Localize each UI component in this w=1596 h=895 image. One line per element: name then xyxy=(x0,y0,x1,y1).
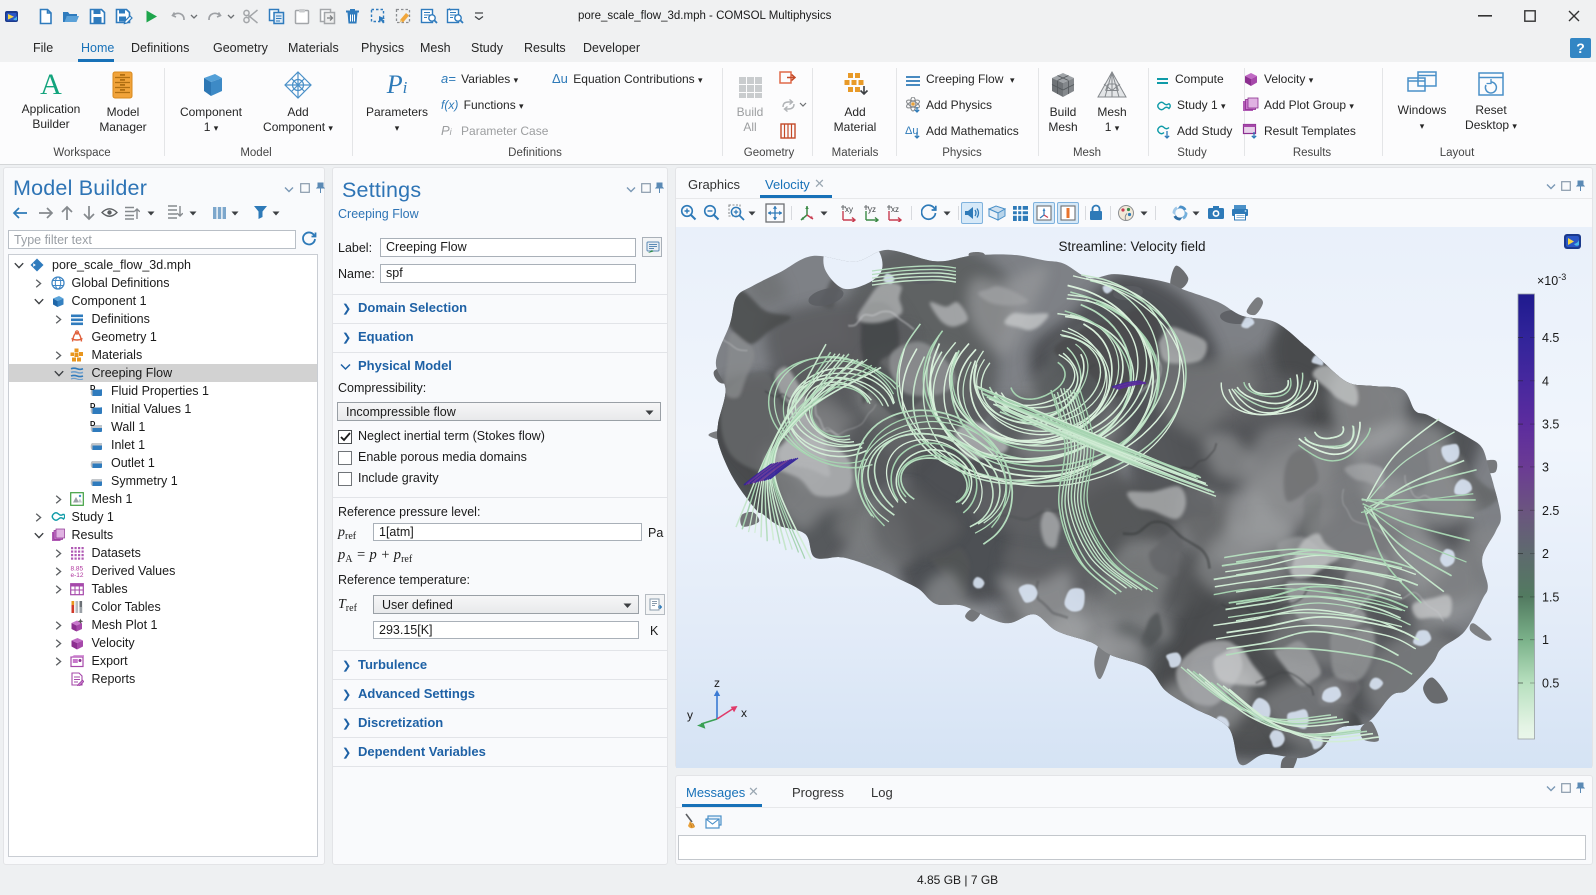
svg-text:3: 3 xyxy=(1542,460,1549,474)
svg-text:Streamline: Velocity field: Streamline: Velocity field xyxy=(1058,239,1205,254)
svg-text:xz: xz xyxy=(891,205,899,214)
svg-text:4: 4 xyxy=(1542,374,1549,388)
svg-text:x: x xyxy=(741,706,747,720)
svg-text:e-12: e-12 xyxy=(71,572,84,578)
svg-text:3.5: 3.5 xyxy=(1542,418,1559,432)
svg-text:1: 1 xyxy=(1542,633,1549,647)
svg-text:0.5: 0.5 xyxy=(1542,677,1559,691)
svg-text:1.5: 1.5 xyxy=(1542,590,1559,604)
svg-text:4.5: 4.5 xyxy=(1542,331,1559,345)
svg-text:yz: yz xyxy=(868,205,876,214)
svg-text:y: y xyxy=(687,708,693,722)
svg-text:D: D xyxy=(90,384,96,392)
svg-text:2: 2 xyxy=(1542,547,1549,561)
svg-text:xy: xy xyxy=(845,205,853,214)
svg-text:z: z xyxy=(714,676,720,690)
svg-text:D: D xyxy=(90,402,96,410)
svg-text:D: D xyxy=(90,420,96,428)
svg-text:2.5: 2.5 xyxy=(1542,504,1559,518)
